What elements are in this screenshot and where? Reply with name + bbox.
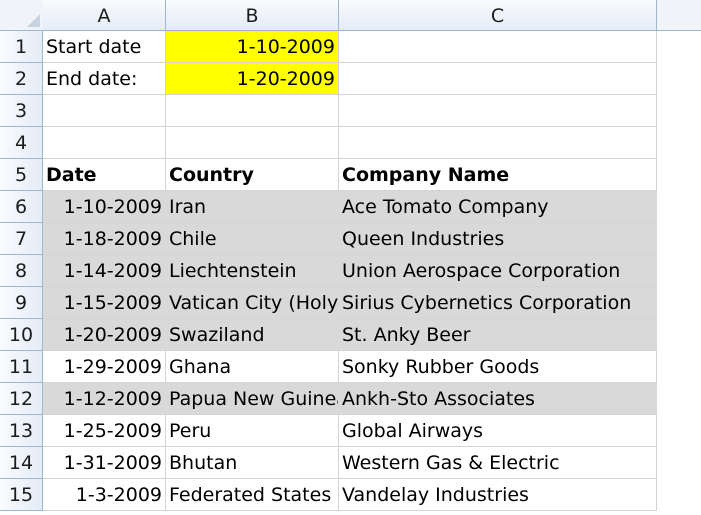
sheet-row: 5 Date Country Company Name — [0, 159, 701, 191]
select-all-button[interactable] — [0, 0, 44, 30]
cell-b15[interactable]: Federated States of Micronesia — [166, 479, 339, 511]
sheet-row: 7 1-18-2009 Chile Queen Industries — [0, 223, 701, 255]
cell-a8[interactable]: 1-14-2009 — [43, 255, 166, 287]
sheet-row: 14 1-31-2009 Bhutan Western Gas & Electr… — [0, 447, 701, 479]
sheet-row: 12 1-12-2009 Papua New Guinea Ankh-Sto A… — [0, 383, 701, 415]
cell-a15[interactable]: 1-3-2009 — [43, 479, 166, 511]
row-header[interactable]: 14 — [0, 447, 43, 479]
sheet-row: 2 End date: 1-20-2009 — [0, 63, 701, 95]
cell-a14[interactable]: 1-31-2009 — [43, 447, 166, 479]
cell-a13[interactable]: 1-25-2009 — [43, 415, 166, 447]
cell-c15[interactable]: Vandelay Industries — [339, 479, 657, 511]
cell-c3[interactable] — [339, 95, 657, 127]
row-header[interactable]: 3 — [0, 95, 43, 127]
cell-c2[interactable] — [339, 63, 657, 95]
sheet-row: 1 Start date 1-10-2009 — [0, 31, 701, 63]
select-all-triangle-icon — [27, 14, 40, 27]
cell-a2[interactable]: End date: — [43, 63, 166, 95]
cell-c13[interactable]: Global Airways — [339, 415, 657, 447]
cell-b1[interactable]: 1-10-2009 — [166, 31, 339, 63]
cell-c1[interactable] — [339, 31, 657, 63]
cell-c10[interactable]: St. Anky Beer — [339, 319, 657, 351]
cell-c8[interactable]: Union Aerospace Corporation — [339, 255, 657, 287]
cell-b9[interactable]: Vatican City (Holy See) — [166, 287, 339, 319]
cell-b7[interactable]: Chile — [166, 223, 339, 255]
cell-c14[interactable]: Western Gas & Electric — [339, 447, 657, 479]
cell-a1[interactable]: Start date — [43, 31, 166, 63]
sheet-row: 13 1-25-2009 Peru Global Airways — [0, 415, 701, 447]
sheet-row: 3 — [0, 95, 701, 127]
column-header-row: A B C — [0, 0, 701, 31]
cell-b14[interactable]: Bhutan — [166, 447, 339, 479]
cell-b8[interactable]: Liechtenstein — [166, 255, 339, 287]
column-header-b[interactable]: B — [166, 0, 339, 30]
sheet-row: 4 — [0, 127, 701, 159]
row-header[interactable]: 8 — [0, 255, 43, 287]
row-header[interactable]: 1 — [0, 31, 43, 63]
cell-a7[interactable]: 1-18-2009 — [43, 223, 166, 255]
cell-b4[interactable] — [166, 127, 339, 159]
column-header-c[interactable]: C — [339, 0, 657, 30]
cell-c5[interactable]: Company Name — [339, 159, 657, 191]
sheet-row: 11 1-29-2009 Ghana Sonky Rubber Goods — [0, 351, 701, 383]
row-header[interactable]: 2 — [0, 63, 43, 95]
row-header[interactable]: 13 — [0, 415, 43, 447]
row-header[interactable]: 11 — [0, 351, 43, 383]
cell-c11[interactable]: Sonky Rubber Goods — [339, 351, 657, 383]
spreadsheet-grid: A B C 1 Start date 1-10-2009 2 End date:… — [0, 0, 701, 515]
cell-a12[interactable]: 1-12-2009 — [43, 383, 166, 415]
sheet-row: 8 1-14-2009 Liechtenstein Union Aerospac… — [0, 255, 701, 287]
cell-a4[interactable] — [43, 127, 166, 159]
cell-b13[interactable]: Peru — [166, 415, 339, 447]
cell-c12[interactable]: Ankh-Sto Associates — [339, 383, 657, 415]
row-header[interactable]: 6 — [0, 191, 43, 223]
cell-a11[interactable]: 1-29-2009 — [43, 351, 166, 383]
cell-b2[interactable]: 1-20-2009 — [166, 63, 339, 95]
sheet-row: 15 1-3-2009 Federated States of Micrones… — [0, 479, 701, 511]
cell-a5[interactable]: Date — [43, 159, 166, 191]
row-header[interactable]: 5 — [0, 159, 43, 191]
cell-b3[interactable] — [166, 95, 339, 127]
row-header[interactable]: 4 — [0, 127, 43, 159]
cell-b5[interactable]: Country — [166, 159, 339, 191]
cell-a6[interactable]: 1-10-2009 — [43, 191, 166, 223]
row-header[interactable]: 15 — [0, 479, 43, 511]
cell-c9[interactable]: Sirius Cybernetics Corporation — [339, 287, 657, 319]
cell-c4[interactable] — [339, 127, 657, 159]
sheet-row: 6 1-10-2009 Iran Ace Tomato Company — [0, 191, 701, 223]
row-header[interactable]: 10 — [0, 319, 43, 351]
cell-b12[interactable]: Papua New Guinea — [166, 383, 339, 415]
column-header-a[interactable]: A — [43, 0, 166, 30]
cell-c7[interactable]: Queen Industries — [339, 223, 657, 255]
sheet-row: 9 1-15-2009 Vatican City (Holy See) Siri… — [0, 287, 701, 319]
cell-b6[interactable]: Iran — [166, 191, 339, 223]
row-header[interactable]: 7 — [0, 223, 43, 255]
cell-a10[interactable]: 1-20-2009 — [43, 319, 166, 351]
row-header[interactable]: 12 — [0, 383, 43, 415]
cell-c6[interactable]: Ace Tomato Company — [339, 191, 657, 223]
row-header[interactable]: 9 — [0, 287, 43, 319]
cell-a9[interactable]: 1-15-2009 — [43, 287, 166, 319]
cell-b11[interactable]: Ghana — [166, 351, 339, 383]
cell-a3[interactable] — [43, 95, 166, 127]
cell-b10[interactable]: Swaziland — [166, 319, 339, 351]
sheet-row: 10 1-20-2009 Swaziland St. Anky Beer — [0, 319, 701, 351]
